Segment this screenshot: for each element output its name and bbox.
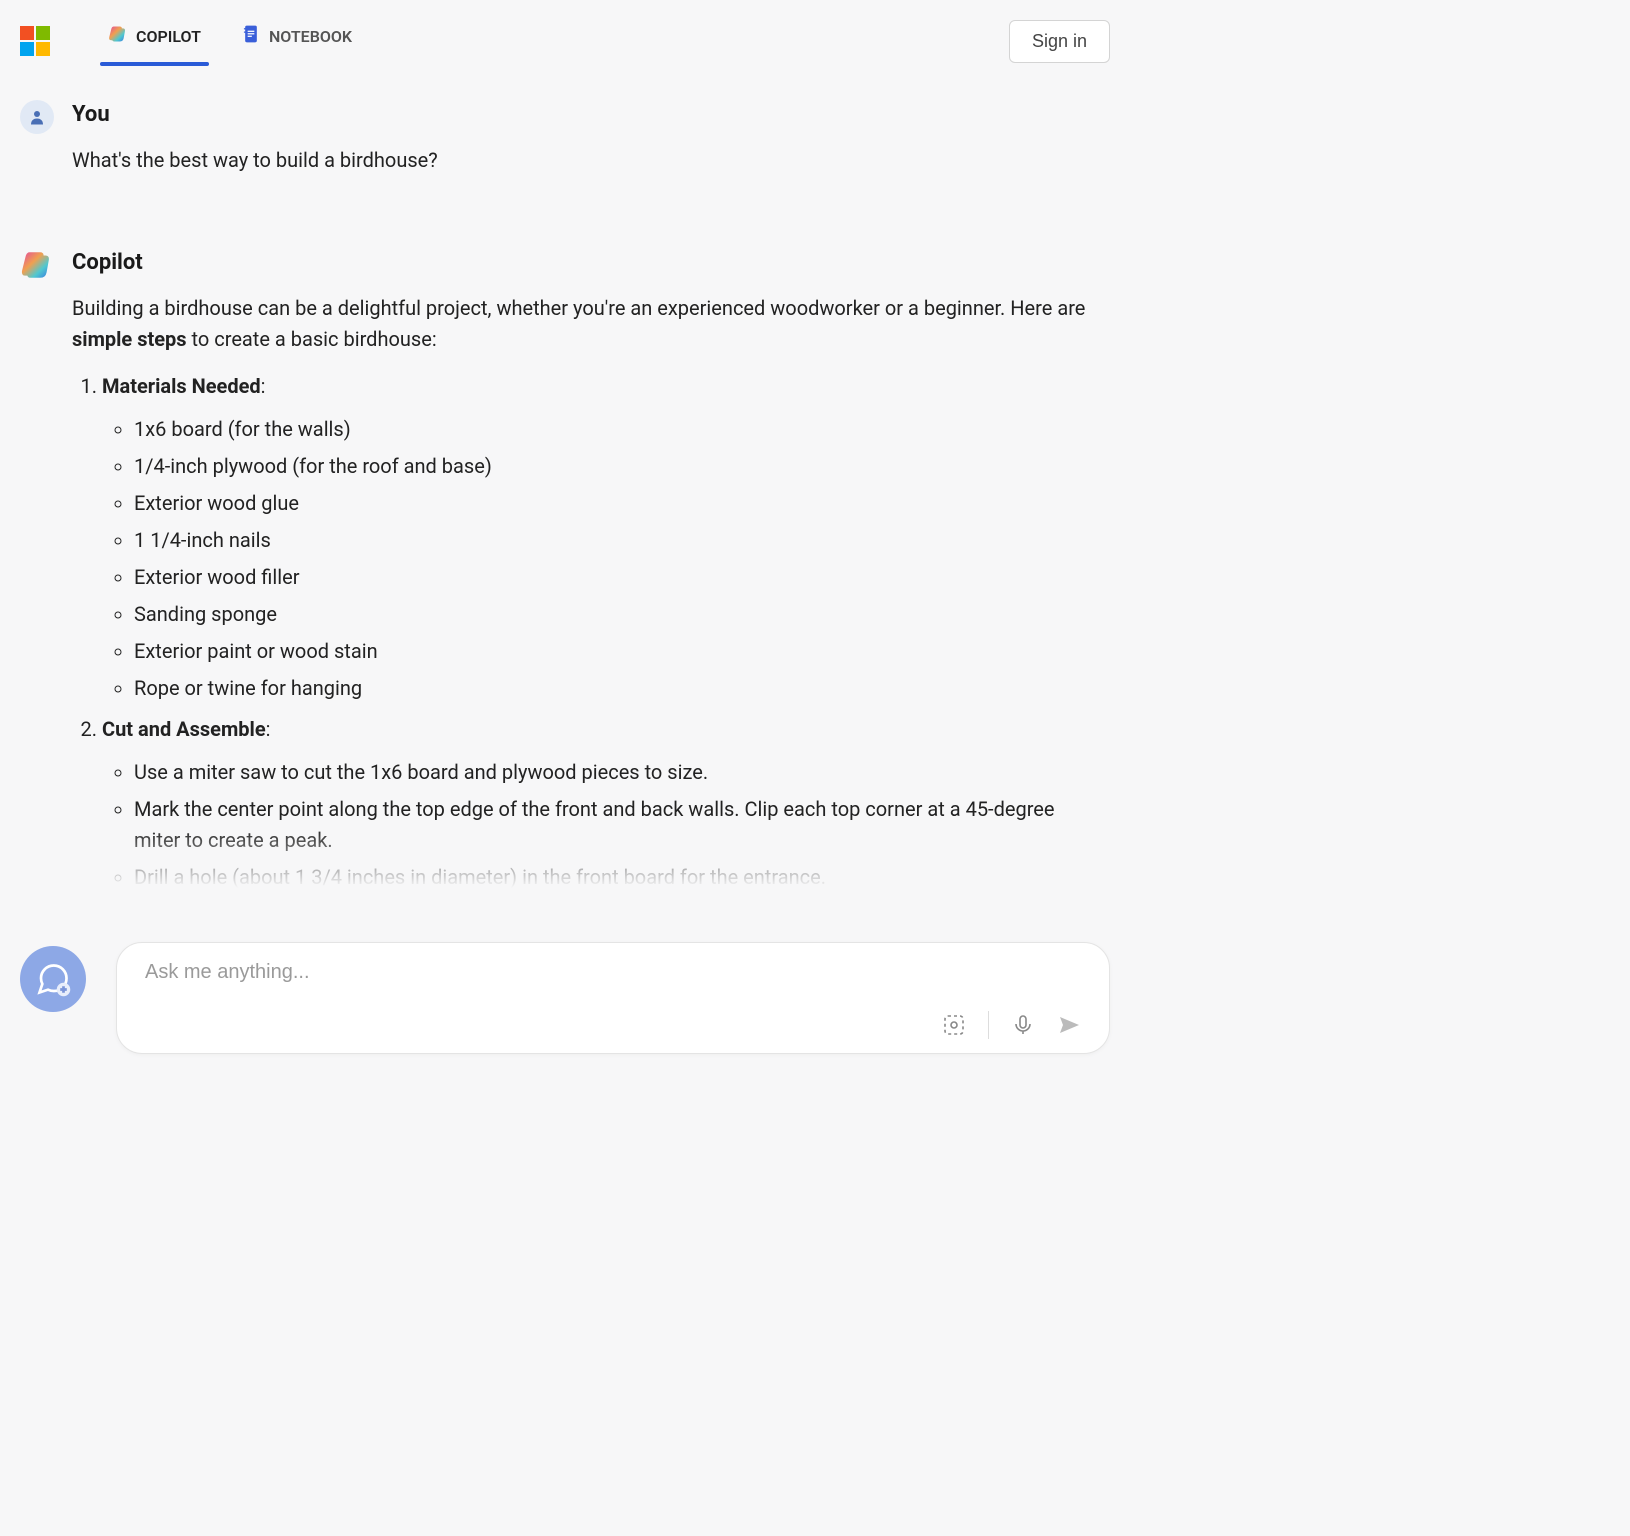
step2-title: Cut and Assemble <box>102 717 266 741</box>
copilot-text: Building a birdhouse can be a delightful… <box>72 293 1090 888</box>
list-item: Sanding sponge <box>134 599 1090 630</box>
send-icon[interactable] <box>1057 1013 1081 1037</box>
copilot-message-body: Copilot Building a birdhouse can be a de… <box>72 248 1090 888</box>
conversation: You What's the best way to build a birdh… <box>0 78 1110 888</box>
copilot-icon <box>108 24 128 48</box>
tab-copilot[interactable]: COPILOT <box>106 16 203 66</box>
new-chat-button[interactable] <box>20 946 86 1012</box>
image-upload-icon[interactable] <box>942 1013 966 1037</box>
step-materials: Materials Needed: 1x6 board (for the wal… <box>102 371 1090 704</box>
list-item: Rope or twine for hanging <box>134 673 1090 704</box>
header: COPILOT NOTEBOOK Sign in <box>0 0 1130 78</box>
tabs: COPILOT NOTEBOOK <box>106 16 354 66</box>
copilot-message: Copilot Building a birdhouse can be a de… <box>20 248 1090 888</box>
list-item: Use a miter saw to cut the 1x6 board and… <box>134 757 1090 788</box>
signin-button[interactable]: Sign in <box>1009 20 1110 63</box>
header-left: COPILOT NOTEBOOK <box>20 16 354 66</box>
list-item: 1x6 board (for the walls) <box>134 414 1090 445</box>
list-item: Exterior wood filler <box>134 562 1090 593</box>
input-box[interactable] <box>116 942 1110 1054</box>
notebook-icon <box>241 24 261 48</box>
intro-bold: simple steps <box>72 327 187 351</box>
tab-copilot-label: COPILOT <box>136 27 201 46</box>
list-item: Drill a hole (about 1 3/4 inches in diam… <box>134 862 1090 888</box>
tab-notebook-label: NOTEBOOK <box>269 27 352 46</box>
step-cut-assemble: Cut and Assemble: Use a miter saw to cut… <box>102 714 1090 888</box>
bottom-area <box>0 942 1130 1054</box>
list-item: Exterior paint or wood stain <box>134 636 1090 667</box>
input-controls <box>145 1011 1081 1039</box>
microphone-icon[interactable] <box>1011 1013 1035 1037</box>
user-message-body: You What's the best way to build a birdh… <box>72 100 1090 176</box>
copilot-name: Copilot <box>72 250 1090 275</box>
list-item: Exterior wood glue <box>134 488 1090 519</box>
user-message: You What's the best way to build a birdh… <box>20 100 1090 176</box>
tab-notebook[interactable]: NOTEBOOK <box>239 16 354 66</box>
user-name: You <box>72 102 1090 127</box>
intro-after: to create a basic birdhouse: <box>187 327 437 351</box>
microsoft-logo-icon[interactable] <box>20 26 50 56</box>
list-item: 1/4-inch plywood (for the roof and base) <box>134 451 1090 482</box>
copilot-avatar-icon <box>20 248 54 282</box>
divider <box>988 1011 989 1039</box>
user-text: What's the best way to build a birdhouse… <box>72 145 1090 176</box>
step1-title: Materials Needed <box>102 374 261 398</box>
user-avatar-icon <box>20 100 54 134</box>
intro-before: Building a birdhouse can be a delightful… <box>72 296 1085 320</box>
list-item: 1 1/4-inch nails <box>134 525 1090 556</box>
list-item: Mark the center point along the top edge… <box>134 794 1090 856</box>
chat-input[interactable] <box>145 961 1081 984</box>
